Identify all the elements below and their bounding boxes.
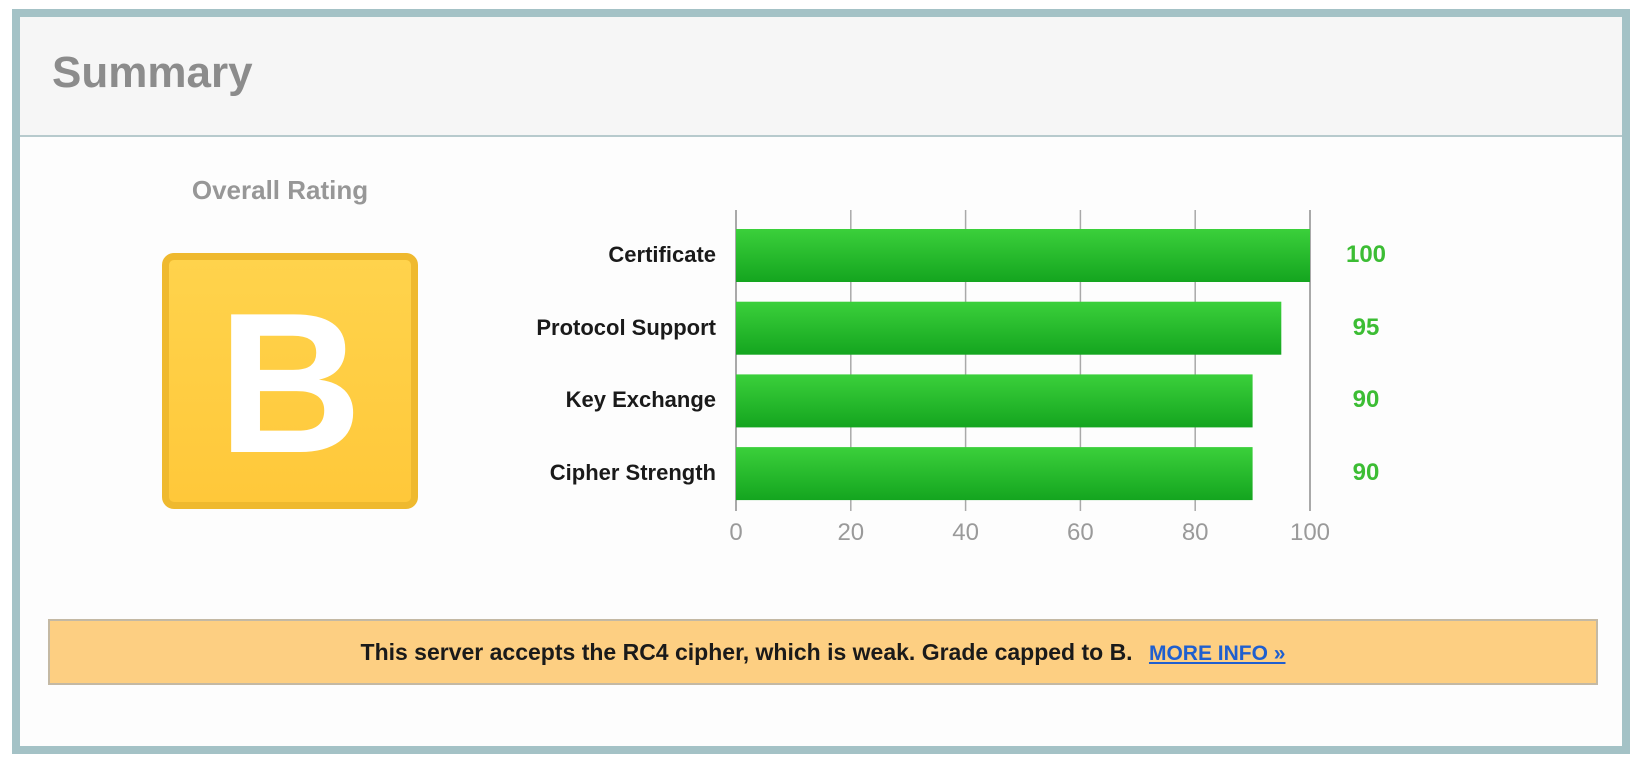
- bar-value-label: 90: [1352, 386, 1380, 414]
- bar-category-label: Protocol Support: [536, 314, 716, 340]
- x-tick-label: 60: [1067, 519, 1094, 546]
- score-bar: [736, 301, 1282, 355]
- bar-category-label: Certificate: [608, 242, 716, 267]
- summary-panel: Summary Overall Rating B 0 20 40 60 80 100 Cer…: [12, 9, 1630, 754]
- x-tick-label: 40: [952, 519, 979, 546]
- score-bar: [736, 447, 1253, 501]
- bar-category-label: Cipher Strength: [549, 460, 716, 486]
- score-bar: [736, 229, 1310, 282]
- warning-message: This server accepts the RC4 cipher, whic…: [360, 639, 1133, 665]
- bar-value-label: 100: [1345, 241, 1387, 268]
- x-tick-label: 0: [729, 519, 743, 546]
- more-info-link[interactable]: MORE INFO »: [1149, 642, 1286, 665]
- bar-value-label: 90: [1352, 459, 1380, 487]
- bar-value-label: 95: [1352, 313, 1380, 341]
- warning-banner: This server accepts the RC4 cipher, whic…: [48, 619, 1598, 685]
- x-tick-label: 80: [1181, 519, 1209, 546]
- score-bar: [736, 374, 1253, 428]
- bar-category-label: Key Exchange: [565, 387, 716, 413]
- x-tick-label: 20: [837, 519, 865, 546]
- x-tick-label: 100: [1289, 519, 1331, 546]
- score-chart-svg: [735, 210, 1311, 511]
